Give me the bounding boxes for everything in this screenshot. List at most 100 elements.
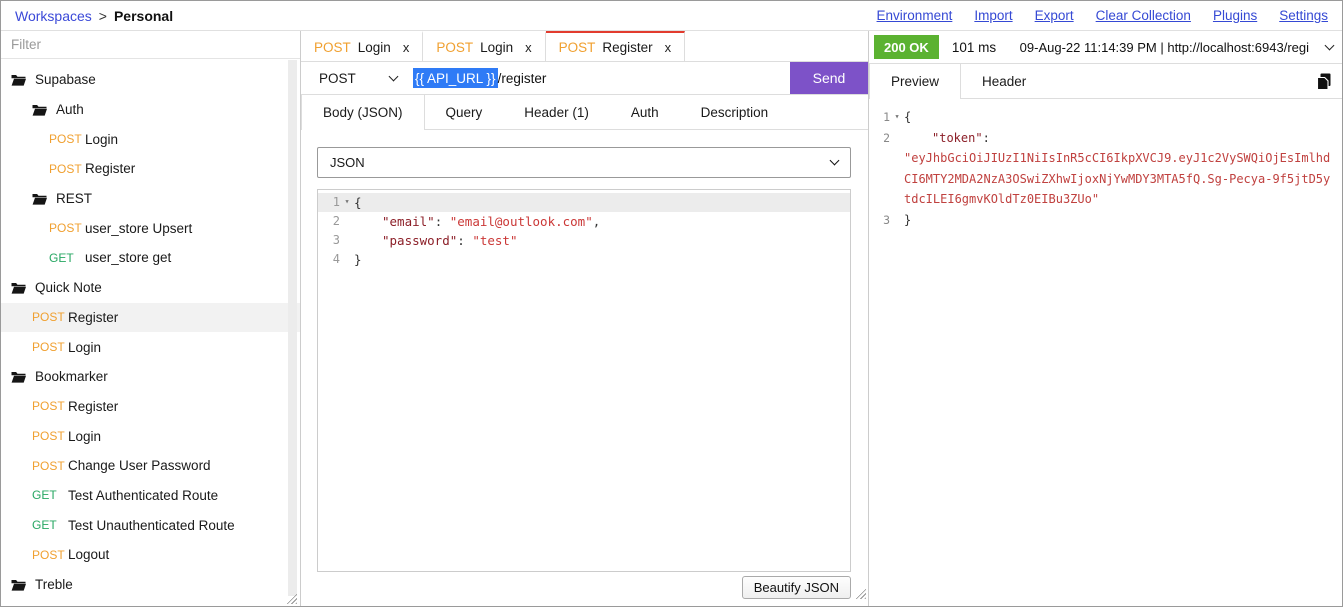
request-label: Test Unauthenticated Route (68, 518, 235, 533)
current-workspace-label: Personal (114, 8, 173, 24)
line-number: 3 (875, 210, 890, 231)
close-tab-icon[interactable]: x (525, 40, 532, 55)
tab-response-header[interactable]: Header (961, 64, 1047, 98)
request-label: user_store Upsert (85, 221, 192, 236)
folder-label: Bookmarker (35, 369, 108, 384)
tab-method: POST (559, 40, 596, 55)
folder-open-icon (32, 104, 48, 116)
request-label: Login (68, 340, 101, 355)
tree-folder-treble[interactable]: Treble (1, 570, 300, 600)
request-label: Login (85, 132, 118, 147)
response-history-entry: 09-Aug-22 11:14:39 PM | http://localhost… (1020, 40, 1309, 55)
tree-request-change-user-password[interactable]: POST Change User Password (1, 451, 300, 481)
sidebar-scrollbar[interactable] (288, 60, 297, 596)
response-line: 1 ▾ { (875, 107, 1336, 128)
json-string: "email@outlook.com" (450, 214, 593, 229)
fold-spacer (890, 128, 904, 210)
tree-folder-rest[interactable]: REST (1, 184, 300, 214)
tab-description[interactable]: Description (680, 95, 790, 129)
json-colon: : (435, 214, 450, 229)
environment-link[interactable]: Environment (877, 8, 953, 23)
folder-open-icon (11, 371, 27, 383)
filter-input[interactable] (1, 37, 300, 52)
tree-request-bookmarker-login[interactable]: POST Login (1, 421, 300, 451)
fold-icon[interactable]: ▾ (890, 107, 904, 128)
editor-resize-grip[interactable] (853, 586, 866, 599)
tab-register-active[interactable]: POST Register x (546, 31, 686, 61)
body-type-select[interactable]: JSON (317, 147, 851, 178)
chevron-down-icon (389, 71, 399, 81)
json-token-string: "eyJhbGciOiJIUzI1NiIsInR5cCI6IkpXVCJ9.ey… (904, 148, 1336, 210)
fold-spacer (890, 210, 904, 231)
method-badge: POST (49, 162, 85, 176)
method-badge: GET (32, 488, 68, 502)
folder-label: Quick Note (35, 280, 102, 295)
method-select[interactable]: POST (301, 62, 413, 94)
tree-folder-bookmarker[interactable]: Bookmarker (1, 362, 300, 392)
json-string: "test" (472, 233, 517, 248)
request-label: Register (68, 399, 118, 414)
editor-line: 3 "password": "test" (318, 231, 850, 250)
line-number: 1 (875, 107, 890, 128)
top-bar: Workspaces > Personal Environment Import… (1, 1, 1342, 31)
tab-login-2[interactable]: POST Login x (423, 31, 545, 61)
tree-request-quicknote-register[interactable]: POST Register (1, 303, 300, 333)
body-json-editor[interactable]: 1 ▾ { 2 "email": "email@outlook.com", 3 … (317, 189, 851, 572)
tab-preview[interactable]: Preview (869, 64, 961, 99)
workspaces-link[interactable]: Workspaces (15, 8, 92, 24)
tab-body-json[interactable]: Body (JSON) (301, 95, 425, 130)
tree-request-user-store-upsert[interactable]: POST user_store Upsert (1, 213, 300, 243)
request-label: Login (68, 429, 101, 444)
request-label: user_store get (85, 250, 171, 265)
tree-request-test-unauthenticated-route[interactable]: GET Test Unauthenticated Route (1, 510, 300, 540)
collections-sidebar: Supabase Auth POST Login POST Register R… (1, 31, 301, 606)
history-chevron-down-icon[interactable] (1325, 40, 1335, 50)
tree-folder-supabase[interactable]: Supabase (1, 65, 300, 95)
plugins-link[interactable]: Plugins (1213, 8, 1257, 23)
fold-icon[interactable]: ▾ (340, 193, 354, 212)
response-status-row: 200 OK 101 ms 09-Aug-22 11:14:39 PM | ht… (869, 31, 1342, 64)
url-input[interactable]: {{ API_URL }}/register (413, 62, 790, 94)
tab-query[interactable]: Query (425, 95, 504, 129)
close-tab-icon[interactable]: x (403, 40, 410, 55)
tab-auth[interactable]: Auth (610, 95, 680, 129)
clear-collection-link[interactable]: Clear Collection (1096, 8, 1191, 23)
method-select-value: POST (319, 71, 356, 86)
tree-folder-quick-note[interactable]: Quick Note (1, 273, 300, 303)
beautify-json-button[interactable]: Beautify JSON (742, 576, 851, 599)
settings-link[interactable]: Settings (1279, 8, 1328, 23)
status-badge: 200 OK (874, 35, 939, 59)
method-badge: GET (49, 251, 85, 265)
response-line: 2 "token": "eyJhbGciOiJIUzI1NiIsInR5cCI6… (875, 128, 1336, 210)
json-key: "email" (382, 214, 435, 229)
tree-folder-auth[interactable]: Auth (1, 95, 300, 125)
close-tab-icon[interactable]: x (665, 40, 672, 55)
folder-open-icon (11, 579, 27, 591)
method-badge: POST (32, 310, 68, 324)
tree-request-auth-register[interactable]: POST Register (1, 154, 300, 184)
send-button[interactable]: Send (790, 62, 868, 94)
code-text: { (904, 107, 1336, 128)
tree-request-test-authenticated-route[interactable]: GET Test Authenticated Route (1, 481, 300, 511)
tab-method: POST (436, 40, 473, 55)
response-line: 3 } (875, 210, 1336, 231)
tree-request-logout[interactable]: POST Logout (1, 540, 300, 570)
code-text: { (354, 193, 362, 212)
export-link[interactable]: Export (1035, 8, 1074, 23)
tab-login-1[interactable]: POST Login x (301, 31, 423, 61)
folder-label: REST (56, 191, 92, 206)
editor-line: 1 ▾ { (318, 193, 850, 212)
tree-request-user-store-get[interactable]: GET user_store get (1, 243, 300, 273)
request-tabbar: POST Login x POST Login x POST Register … (301, 31, 868, 62)
request-label: Logout (68, 547, 109, 562)
tree-request-quicknote-login[interactable]: POST Login (1, 332, 300, 362)
request-label: Test Authenticated Route (68, 488, 218, 503)
copy-response-icon[interactable] (1316, 64, 1332, 98)
import-link[interactable]: Import (974, 8, 1012, 23)
tree-request-bookmarker-register[interactable]: POST Register (1, 392, 300, 422)
json-key: "password" (382, 233, 457, 248)
method-badge: POST (32, 399, 68, 413)
method-badge: POST (32, 459, 68, 473)
tab-header[interactable]: Header (1) (503, 95, 610, 129)
tree-request-auth-login[interactable]: POST Login (1, 124, 300, 154)
